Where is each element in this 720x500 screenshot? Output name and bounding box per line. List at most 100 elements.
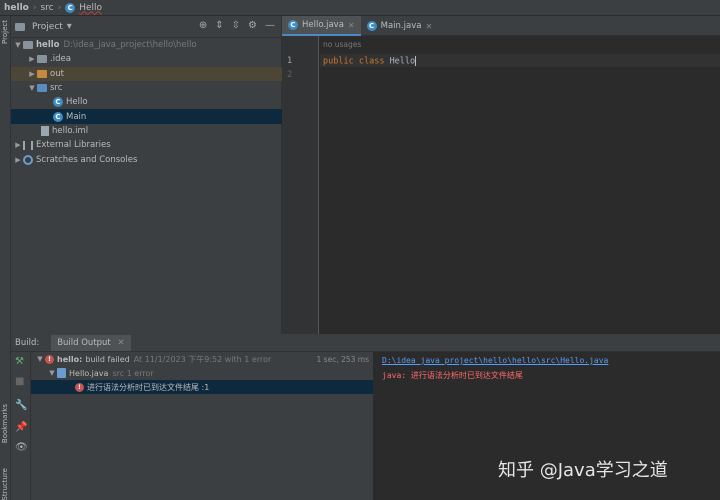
tab-label: Build Output [57,337,111,348]
close-icon[interactable]: ✕ [425,22,432,31]
pin-icon[interactable]: 📌 [15,422,27,433]
class-icon: C [288,20,298,30]
close-icon[interactable]: ✕ [117,338,124,348]
build-error-message: 进行语法分析时已到达文件结尾 :1 [87,382,210,392]
tree-label: Hello [66,97,88,108]
keyword: class [358,56,385,67]
module-file-icon [41,125,49,136]
tree-item-hello[interactable]: C Hello [11,95,282,109]
breadcrumb-separator: › [32,2,37,13]
tree-label: Scratches and Consoles [36,154,138,165]
keyword: public [323,56,354,67]
chevron-right-icon[interactable]: ▶ [13,156,23,164]
tab-label: Main.java [380,21,422,31]
source-folder-icon [37,84,47,93]
build-duration: 1 sec, 253 ms [316,354,369,364]
class-name: Hello [389,56,416,67]
close-icon[interactable]: ✕ [348,21,355,30]
project-panel-header: Project ▾ ⊕ ⇕ ⇳ ⚙ — [11,16,281,38]
editor-gutter: 1 2 [282,36,319,334]
project-panel: Project ▾ ⊕ ⇕ ⇳ ⚙ — ▼ hello D:\idea_java… [11,16,282,334]
chevron-right-icon[interactable]: ▶ [13,141,23,149]
hide-icon[interactable]: — [265,20,275,31]
tree-item-scratches[interactable]: ▶ Scratches and Consoles [11,152,282,166]
build-tree: ▼ ! hello: build failed At 11/1/2023 下午9… [31,352,374,500]
tree-label: out [50,68,64,79]
tab-hello-java[interactable]: C Hello.java ✕ [282,16,361,36]
tree-item-src[interactable]: ▼ src [11,81,282,95]
line-number: 1 [287,56,293,66]
tree-label: hello.iml [52,125,89,136]
tab-build-output[interactable]: Build Output ✕ [51,334,131,351]
tree-label: src [50,83,63,94]
bookmarks-tool-tab[interactable]: Bookmarks [1,404,9,443]
breadcrumb-project[interactable]: hello [4,3,29,13]
error-output-text: java: 进行语法分析时已到达文件结尾 [382,371,523,380]
dropdown-icon[interactable]: ▾ [67,21,72,32]
tree-item-iml[interactable]: hello.iml [11,124,282,138]
library-icon [23,140,33,150]
left-tool-strip: Project Bookmarks Structure [0,16,11,500]
folder-icon [23,41,33,50]
watermark: 知乎 @Java学习之道 [498,460,668,481]
build-tool-window-header: Build: Build Output ✕ [11,334,720,352]
stop-icon[interactable]: ■ [15,376,24,387]
chevron-down-icon[interactable]: ▼ [47,369,57,377]
build-toolbar: ⚒ ■ 🔧 📌 👁 [11,352,31,500]
tree-label: .idea [50,54,71,65]
breadcrumb-file[interactable]: Hello [79,3,102,13]
code-line-1: public class Hello [323,56,417,67]
java-file-icon [57,368,66,378]
project-toolbar: ⊕ ⇕ ⇳ ⚙ — [199,20,275,31]
build-summary-row[interactable]: ▼ ! hello: build failed At 11/1/2023 下午9… [31,352,373,366]
build-file-name: Hello.java [69,368,109,378]
class-icon: C [53,97,63,108]
tree-item-external-libraries[interactable]: ▶ External Libraries [11,138,282,152]
breadcrumb: hello › src › C Hello [0,0,720,16]
tree-item-out[interactable]: ▶ out [11,66,282,81]
error-icon: ! [75,382,84,392]
usages-hint[interactable]: no usages [323,40,361,49]
editor-tab-bar: C Hello.java ✕ C Main.java ✕ [282,16,720,36]
tree-label: External Libraries [36,140,111,151]
text-caret [415,56,417,66]
build-status: build failed [85,354,130,364]
line-number: 2 [287,70,293,80]
tab-label: Hello.java [302,20,344,30]
class-icon: C [65,2,76,13]
root-path: D:\idea_java_project\hello\hello [63,40,197,51]
gear-icon[interactable]: ⚙ [248,20,257,31]
main-class-icon: C [53,111,63,122]
code-editor[interactable]: no usages public class Hello [320,36,720,334]
build-file-row[interactable]: ▼ Hello.java src 1 error [31,366,373,380]
breadcrumb-src[interactable]: src [40,3,53,13]
build-error-row[interactable]: ! 进行语法分析时已到达文件结尾 :1 [31,380,373,394]
error-icon: ! [45,354,54,364]
tree-item-root[interactable]: ▼ hello D:\idea_java_project\hello\hello [11,38,282,52]
project-icon [15,22,25,31]
tab-main-java[interactable]: C Main.java ✕ [361,16,439,36]
tree-item-idea[interactable]: ▶ .idea [11,52,282,66]
error-file-link[interactable]: D:\idea_java_project\hello\hello\src\Hel… [382,356,712,365]
tree-item-main[interactable]: C Main [11,109,282,124]
project-tool-tab[interactable]: Project [1,20,9,44]
collapse-all-icon[interactable]: ⇳ [232,20,240,31]
wrench-icon[interactable]: 🔧 [15,400,27,411]
tree-label: hello [36,40,60,51]
build-name: hello: [57,354,83,364]
eye-icon[interactable]: 👁 [15,442,28,453]
chevron-right-icon[interactable]: ▶ [27,70,37,78]
chevron-down-icon[interactable]: ▼ [13,41,23,49]
locate-icon[interactable]: ⊕ [199,20,207,31]
hammer-icon[interactable]: ⚒ [15,356,24,367]
scratches-icon [23,154,33,165]
build-time: At 11/1/2023 下午9:52 with 1 error [133,354,272,364]
project-panel-title[interactable]: Project [32,22,63,32]
chevron-right-icon[interactable]: ▶ [27,55,37,63]
expand-all-icon[interactable]: ⇕ [215,20,223,31]
chevron-down-icon[interactable]: ▼ [27,84,37,92]
structure-tool-tab[interactable]: Structure [1,468,9,500]
project-tree: ▼ hello D:\idea_java_project\hello\hello… [11,38,282,167]
chevron-down-icon[interactable]: ▼ [35,355,45,363]
folder-icon [37,55,47,64]
